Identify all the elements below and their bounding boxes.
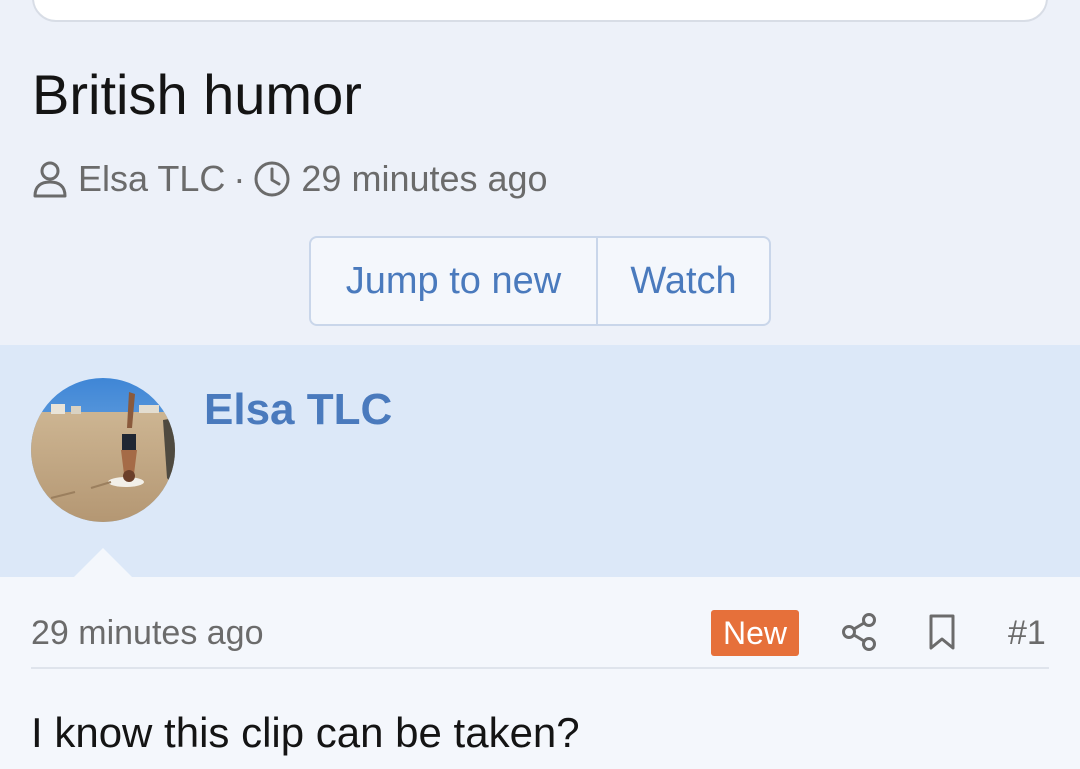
previous-card — [32, 0, 1048, 22]
user-icon — [32, 160, 68, 198]
thread-author[interactable]: Elsa TLC — [78, 158, 225, 200]
thread-title: British humor — [32, 63, 362, 126]
new-badge: New — [711, 610, 799, 656]
jump-to-new-button[interactable]: Jump to new — [311, 238, 598, 324]
thread-meta: Elsa TLC · 29 minutes ago — [32, 156, 548, 202]
post-number[interactable]: #1 — [1008, 612, 1046, 654]
thread-actions: Jump to new Watch — [309, 236, 771, 326]
thread-page: British humor Elsa TLC · 29 minutes ago … — [0, 0, 1080, 769]
bookmark-icon[interactable] — [926, 612, 958, 657]
avatar[interactable] — [31, 378, 175, 522]
post-username[interactable]: Elsa TLC — [204, 384, 392, 436]
watch-button[interactable]: Watch — [598, 238, 769, 324]
share-icon[interactable] — [840, 612, 878, 657]
post-time[interactable]: 29 minutes ago — [31, 612, 264, 654]
thread-time[interactable]: 29 minutes ago — [301, 158, 547, 200]
divider — [31, 667, 1049, 669]
post-content: I know this clip can be taken? — [31, 709, 580, 756]
meta-separator: · — [233, 158, 246, 199]
post-pointer — [73, 548, 133, 578]
clock-icon — [253, 160, 291, 198]
